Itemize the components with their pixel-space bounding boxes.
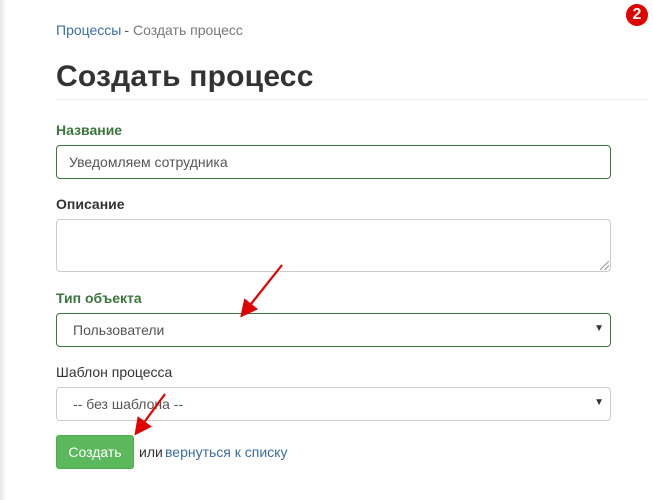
arrow-to-object-type xyxy=(240,264,283,318)
arrow-to-create-button xyxy=(134,393,166,436)
annotation-arrows xyxy=(134,264,283,436)
